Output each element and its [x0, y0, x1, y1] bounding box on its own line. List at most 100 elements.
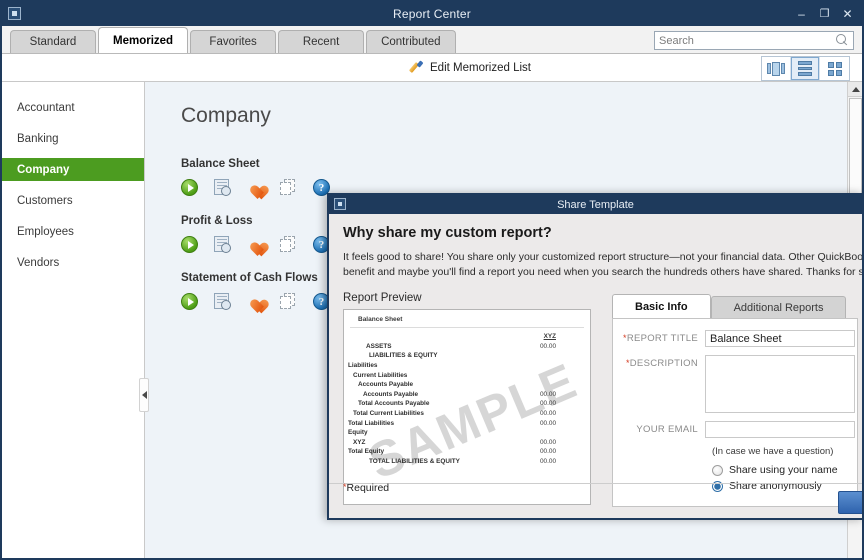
- minimize-button[interactable]: –: [795, 8, 808, 20]
- share-template-icon[interactable]: [280, 236, 298, 254]
- radio-label: Share anonymously: [729, 480, 822, 492]
- tab-basic-info[interactable]: Basic Info: [612, 294, 711, 318]
- share-template-icon[interactable]: [280, 293, 298, 311]
- required-note: *Required: [343, 482, 390, 494]
- table-row: ASSETS 00.00: [366, 342, 556, 350]
- table-row: TOTAL LIABILITIES & EQUITY 00.00: [369, 458, 556, 466]
- table-row: Liabilities: [348, 362, 378, 370]
- window-menu-icon[interactable]: [334, 198, 346, 210]
- sidebar: Accountant Banking Company Customers Emp…: [2, 82, 149, 558]
- close-button[interactable]: ✕: [841, 8, 854, 20]
- window-title: Report Center: [393, 7, 471, 21]
- table-row: Total Equity 00.00: [348, 448, 556, 456]
- description-field[interactable]: [705, 355, 855, 413]
- grid-icon: [827, 61, 842, 76]
- page-title: Company: [181, 104, 271, 127]
- dialog-body: Why share my custom report? It feels goo…: [329, 214, 864, 518]
- sidebar-item-employees[interactable]: Employees: [2, 220, 144, 243]
- report-name: Balance Sheet: [181, 158, 260, 170]
- table-row: XYZ: [344, 332, 590, 342]
- toolbar: Edit Memorized List: [2, 54, 862, 82]
- table-row: Current Liabilities: [353, 371, 408, 379]
- favorite-heart-icon[interactable]: [247, 293, 265, 311]
- search-icon[interactable]: [836, 34, 849, 47]
- preview-report-icon[interactable]: [214, 293, 232, 311]
- email-hint: (In case we have a question): [712, 446, 834, 457]
- sidebar-item-company[interactable]: Company: [2, 158, 144, 181]
- dialog-paragraph: It feels good to share! You share only y…: [343, 251, 864, 278]
- run-report-icon[interactable]: [181, 179, 199, 197]
- field-your-email-row: YOUR EMAIL: [613, 421, 857, 438]
- your-email-label: YOUR EMAIL: [636, 424, 698, 435]
- share-form-panel: Basic Info Additional Reports *REPORT TI…: [612, 294, 858, 507]
- your-email-field[interactable]: [705, 421, 855, 438]
- radio-share-using-your-name[interactable]: Share using your name: [712, 464, 857, 476]
- radio-label: Share using your name: [729, 464, 838, 476]
- table-row: Accounts Payable 00.00: [363, 390, 556, 398]
- dialog-titlebar: Share Template: [329, 195, 862, 214]
- report-preview-box: Balance Sheet SAMPLE XYZ ASSETS 00.00 LIA…: [343, 309, 591, 505]
- tab-strip: Standard Memorized Favorites Recent Cont…: [2, 26, 862, 54]
- preview-report-title: Balance Sheet: [350, 310, 584, 328]
- favorite-heart-icon[interactable]: [247, 236, 265, 254]
- preview-report-icon[interactable]: [214, 236, 232, 254]
- dialog-heading: Why share my custom report?: [343, 225, 552, 241]
- report-item-balance-sheet: Balance Sheet ?: [181, 158, 862, 197]
- search-input[interactable]: Search: [654, 31, 854, 50]
- scroll-up-button[interactable]: [848, 82, 862, 97]
- sidebar-item-customers[interactable]: Customers: [2, 189, 144, 212]
- list-view-button[interactable]: [791, 57, 820, 80]
- radio-button-icon[interactable]: [712, 464, 723, 476]
- tab-recent[interactable]: Recent: [278, 30, 365, 53]
- report-title-field[interactable]: Balance Sheet: [705, 330, 855, 347]
- window-controls: – ❐ ✕: [795, 2, 854, 26]
- window-menu-icon[interactable]: [8, 7, 21, 20]
- table-row: Total Liabilities 00.00: [348, 419, 556, 427]
- preview-report-icon[interactable]: [214, 179, 232, 197]
- description-label: *DESCRIPTION: [625, 358, 698, 369]
- share-submit-button[interactable]: [838, 491, 862, 514]
- form-tabs: Basic Info Additional Reports: [612, 294, 858, 318]
- share-template-dialog: Share Template Why share my custom repor…: [327, 193, 864, 520]
- edit-memorized-list-label: Edit Memorized List: [430, 62, 531, 74]
- sidebar-collapse-button[interactable]: [139, 378, 149, 412]
- view-toggle-group: [761, 56, 850, 81]
- form-body: *REPORT TITLE Balance Sheet *DESCRIPTION…: [612, 318, 858, 507]
- search-placeholder: Search: [659, 34, 694, 47]
- list-icon: [798, 61, 812, 76]
- carousel-view-button[interactable]: [762, 57, 791, 80]
- run-report-icon[interactable]: [181, 236, 199, 254]
- tab-contributed[interactable]: Contributed: [366, 30, 456, 53]
- sidebar-item-banking[interactable]: Banking: [2, 127, 144, 150]
- preview-table: XYZ ASSETS 00.00 LIABILITIES & EQUITY Lia…: [344, 332, 590, 466]
- edit-memorized-list-button[interactable]: Edit Memorized List: [410, 54, 531, 82]
- dialog-title: Share Template: [557, 198, 634, 211]
- carousel-icon: [767, 61, 785, 76]
- field-report-title-row: *REPORT TITLE Balance Sheet: [613, 330, 857, 347]
- run-report-icon[interactable]: [181, 293, 199, 311]
- table-row: Total Current Liabilities 00.00: [353, 410, 556, 418]
- window-titlebar: Report Center – ❐ ✕: [2, 2, 862, 26]
- collapse-left-arrow-icon: [141, 391, 147, 399]
- sidebar-item-vendors[interactable]: Vendors: [2, 251, 144, 274]
- tab-memorized[interactable]: Memorized: [98, 27, 189, 53]
- tab-additional-reports[interactable]: Additional Reports: [710, 296, 847, 318]
- table-row: LIABILITIES & EQUITY: [369, 352, 438, 360]
- report-title-label: *REPORT TITLE: [623, 333, 698, 344]
- dialog-separator: [329, 483, 862, 484]
- share-identity-radio-group: Share using your name Share anonymously: [613, 464, 857, 492]
- sidebar-item-accountant[interactable]: Accountant: [2, 96, 144, 119]
- favorite-heart-icon[interactable]: [247, 179, 265, 197]
- pencil-icon: [410, 61, 424, 75]
- field-description-row: *DESCRIPTION: [613, 355, 857, 413]
- table-row: XYZ 00.00: [353, 438, 556, 446]
- share-template-icon[interactable]: [280, 179, 298, 197]
- maximize-button[interactable]: ❐: [818, 8, 831, 20]
- radio-share-anonymously[interactable]: Share anonymously: [712, 480, 857, 492]
- preview-column-header: XYZ: [543, 333, 556, 341]
- table-row: Total Accounts Payable 00.00: [358, 400, 556, 408]
- table-row: Accounts Payable: [358, 381, 414, 389]
- tab-favorites[interactable]: Favorites: [190, 30, 277, 53]
- tab-standard[interactable]: Standard: [10, 30, 96, 53]
- grid-view-button[interactable]: [820, 57, 849, 80]
